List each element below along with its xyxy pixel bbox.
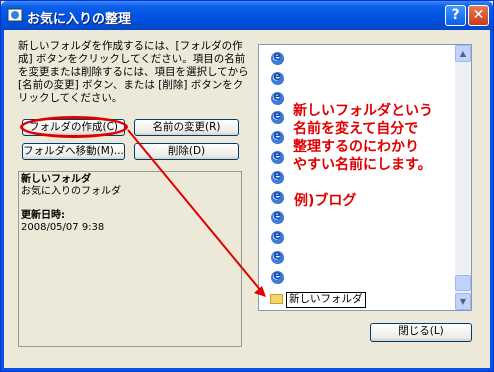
window-frame-right: [490, 30, 493, 371]
close-window-button[interactable]: ✕: [468, 5, 489, 26]
item-info-panel: 新しいフォルダ お気に入りのフォルダ 更新日時: 2008/05/07 9:38: [18, 171, 242, 347]
scroll-up-icon[interactable]: ▲: [455, 45, 471, 62]
favorite-ie-icon[interactable]: [271, 89, 284, 105]
delete-button[interactable]: 削除(D): [134, 143, 239, 160]
favorite-ie-icon[interactable]: [271, 128, 284, 144]
scroll-thumb[interactable]: [455, 275, 471, 291]
favorite-ie-icon[interactable]: [271, 168, 284, 184]
annotation-line: 名前を変えて自分で: [293, 121, 419, 137]
annotation-text: 新しいフォルダという 名前を変えて自分で 整理するのにわかり やすい名前にします…: [293, 102, 433, 174]
annotation-line: やすい名前にします。: [293, 157, 432, 173]
scroll-down-icon[interactable]: ▼: [455, 293, 471, 310]
annotation-line: 新しいフォルダという: [293, 103, 433, 119]
help-button[interactable]: ?: [445, 5, 466, 26]
move-to-folder-button[interactable]: フォルダへ移動(M)...: [22, 143, 125, 160]
favorite-ie-icon[interactable]: [271, 148, 284, 164]
title-bar: お気に入りの整理 ? ✕: [1, 1, 493, 30]
folder-name-edit[interactable]: 新しいフォルダ: [286, 292, 366, 308]
favorite-ie-icon[interactable]: [271, 188, 284, 204]
window-frame-bottom: [1, 368, 493, 371]
info-name: 新しいフォルダ: [21, 174, 91, 185]
info-modified-label: 更新日時:: [21, 210, 65, 221]
favorite-ie-icon[interactable]: [271, 268, 284, 284]
info-type: お気に入りのフォルダ: [21, 186, 121, 197]
favorite-ie-icon[interactable]: [271, 49, 284, 65]
highlight-ellipse: [20, 116, 128, 138]
favorite-ie-icon[interactable]: [271, 228, 284, 244]
close-button[interactable]: 閉じる(L): [370, 323, 472, 342]
favorites-icon: [7, 8, 23, 22]
annotation-example: 例)ブログ: [294, 193, 357, 209]
favorite-ie-icon[interactable]: [271, 108, 284, 124]
annotation-line: 整理するのにわかり: [293, 139, 419, 155]
favorites-list[interactable]: [258, 44, 472, 311]
rename-button[interactable]: 名前の変更(R): [134, 119, 239, 136]
instructions-text: 新しいフォルダを作成するには、[フォルダの作成] ボタンをクリックしてください。…: [18, 40, 249, 104]
list-scrollbar[interactable]: ▲ ▼: [455, 45, 471, 310]
window-title: お気に入りの整理: [27, 12, 132, 27]
favorite-ie-icon[interactable]: [271, 208, 284, 224]
info-modified-value: 2008/05/07 9:38: [21, 222, 105, 233]
favorite-ie-icon[interactable]: [271, 248, 284, 264]
window-frame-left: [1, 30, 4, 371]
favorite-ie-icon[interactable]: [271, 69, 284, 85]
folder-icon: [270, 294, 283, 304]
